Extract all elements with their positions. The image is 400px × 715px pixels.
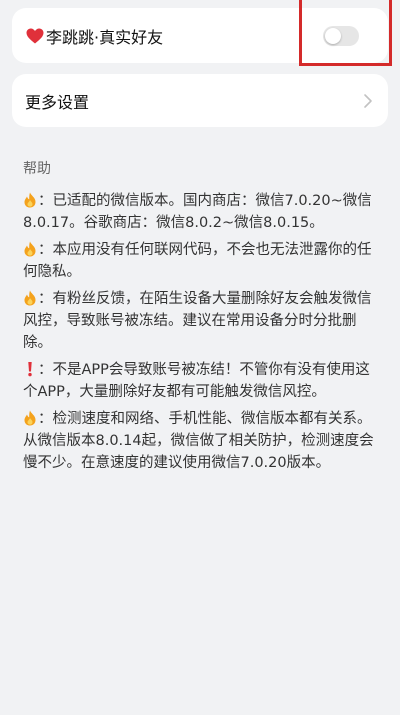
real-friend-toggle-row[interactable]: 李跳跳·真实好友 xyxy=(12,8,388,63)
fire-icon xyxy=(23,192,37,208)
fire-icon xyxy=(23,241,37,257)
help-item-text: ：有粉丝反馈，在陌生设备大量删除好友会触发微信风控，导致账号被冻结。建议在常用设… xyxy=(23,291,372,351)
heart-icon xyxy=(25,26,44,45)
help-item: ：有粉丝反馈，在陌生设备大量删除好友会触发微信风控，导致账号被冻结。建议在常用设… xyxy=(23,288,383,354)
switch-knob xyxy=(325,27,341,44)
help-item-text: ：本应用没有任何联网代码，不会也无法泄露你的任何隐私。 xyxy=(23,242,372,280)
more-settings-row[interactable]: 更多设置 xyxy=(12,74,388,127)
real-friend-label: 李跳跳·真实好友 xyxy=(46,27,164,47)
fire-icon xyxy=(23,290,37,306)
more-settings-label: 更多设置 xyxy=(25,92,90,112)
fire-icon xyxy=(23,410,37,426)
help-list: ：已适配的微信版本。国内商店：微信7.0.20~微信8.0.17。谷歌商店：微信… xyxy=(23,190,383,479)
help-item: ：已适配的微信版本。国内商店：微信7.0.20~微信8.0.17。谷歌商店：微信… xyxy=(23,190,383,234)
chevron-right-icon xyxy=(363,93,373,109)
help-title: 帮助 xyxy=(23,161,51,177)
help-item: ：检测速度和网络、手机性能、微信版本都有关系。从微信版本8.0.14起，微信做了… xyxy=(23,408,383,474)
help-item-text: ：检测速度和网络、手机性能、微信版本都有关系。从微信版本8.0.14起，微信做了… xyxy=(23,411,374,471)
help-item-text: ：已适配的微信版本。国内商店：微信7.0.20~微信8.0.17。谷歌商店：微信… xyxy=(23,193,372,231)
help-item-text: ：不是APP会导致账号被冻结！不管你有没有使用这个APP，大量删除好友都有可能触… xyxy=(23,362,370,400)
real-friend-toggle-card: 李跳跳·真实好友 xyxy=(12,8,388,63)
real-friend-switch[interactable] xyxy=(323,25,359,46)
more-settings-card: 更多设置 xyxy=(12,74,388,127)
help-item: ：不是APP会导致账号被冻结！不管你有没有使用这个APP，大量删除好友都有可能触… xyxy=(23,359,383,403)
exclamation-icon xyxy=(23,361,37,377)
help-item: ：本应用没有任何联网代码，不会也无法泄露你的任何隐私。 xyxy=(23,239,383,283)
